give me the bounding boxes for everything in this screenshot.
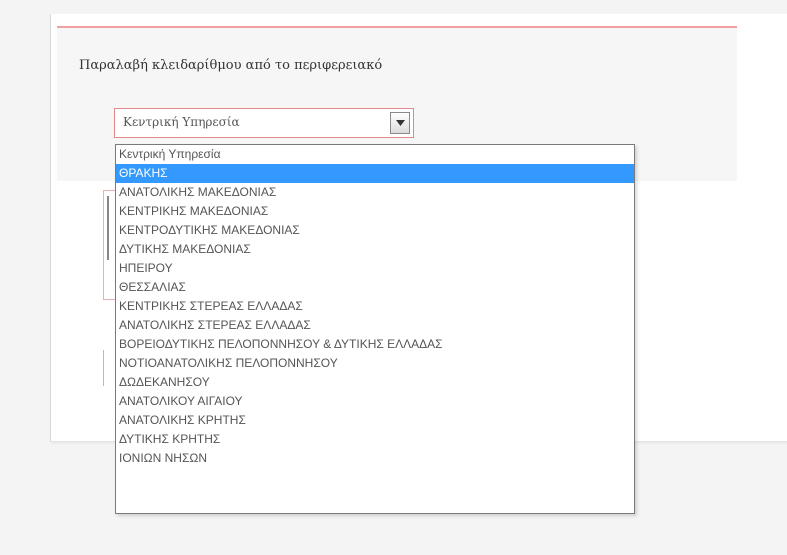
dropdown-option[interactable]: ΚΕΝΤΡΟΔΥΤΙΚΗΣ ΜΑΚΕΔΟΝΙΑΣ bbox=[116, 221, 634, 240]
dropdown-option[interactable]: ΝΟΤΙΟΑΝΑΤΟΛΙΚΗΣ ΠΕΛΟΠΟΝΝΗΣΟΥ bbox=[116, 354, 634, 373]
dropdown-option[interactable]: ΑΝΑΤΟΛΙΚΗΣ ΣΤΕΡΕΑΣ ΕΛΛΑΔΑΣ bbox=[116, 316, 634, 335]
dropdown-option[interactable]: ΗΠΕΙΡΟΥ bbox=[116, 259, 634, 278]
dropdown-option[interactable]: ΙΟΝΙΩΝ ΝΗΣΩΝ bbox=[116, 449, 634, 468]
region-select[interactable]: Κεντρική Υπηρεσία bbox=[114, 108, 414, 138]
dropdown-option[interactable]: ΔΩΔΕΚΑΝΗΣΟΥ bbox=[116, 373, 634, 392]
select-dropdown-button[interactable] bbox=[390, 112, 410, 134]
dropdown-option[interactable]: ΔΥΤΙΚΗΣ ΚΡΗΤΗΣ bbox=[116, 430, 634, 449]
dropdown-option[interactable]: ΚΕΝΤΡΙΚΗΣ ΣΤΕΡΕΑΣ ΕΛΛΑΔΑΣ bbox=[116, 297, 634, 316]
field-label: Παραλαβή κλειδαρίθμου από το περιφερειακ… bbox=[79, 58, 383, 73]
dropdown-option[interactable]: ΑΝΑΤΟΛΙΚΗΣ ΜΑΚΕΔΟΝΙΑΣ bbox=[116, 183, 634, 202]
dropdown-option[interactable]: ΔΥΤΙΚΗΣ ΜΑΚΕΔΟΝΙΑΣ bbox=[116, 240, 634, 259]
chevron-down-icon bbox=[395, 120, 405, 126]
region-dropdown-list[interactable]: Κεντρική Υπηρεσία ΘΡΑΚΗΣ ΑΝΑΤΟΛΙΚΗΣ ΜΑΚΕΔΟ… bbox=[115, 144, 635, 514]
dropdown-option[interactable]: ΑΝΑΤΟΛΙΚΗΣ ΚΡΗΤΗΣ bbox=[116, 411, 634, 430]
dropdown-option[interactable]: ΚΕΝΤΡΙΚΗΣ ΜΑΚΕΔΟΝΙΑΣ bbox=[116, 202, 634, 221]
dropdown-option[interactable]: ΒΟΡΕΙΟΔΥΤΙΚΗΣ ΠΕΛΟΠΟΝΝΗΣΟΥ & ΔΥΤΙΚΗΣ ΕΛΛ… bbox=[116, 335, 634, 354]
dropdown-option[interactable]: ΘΡΑΚΗΣ bbox=[116, 164, 634, 183]
dropdown-option[interactable]: ΑΝΑΤΟΛΙΚΟΥ ΑΙΓΑΙΟΥ bbox=[116, 392, 634, 411]
region-select-value: Κεντρική Υπηρεσία bbox=[123, 115, 240, 129]
dropdown-option[interactable]: ΘΕΣΣΑΛΙΑΣ bbox=[116, 278, 634, 297]
dropdown-option[interactable]: Κεντρική Υπηρεσία bbox=[116, 145, 634, 164]
